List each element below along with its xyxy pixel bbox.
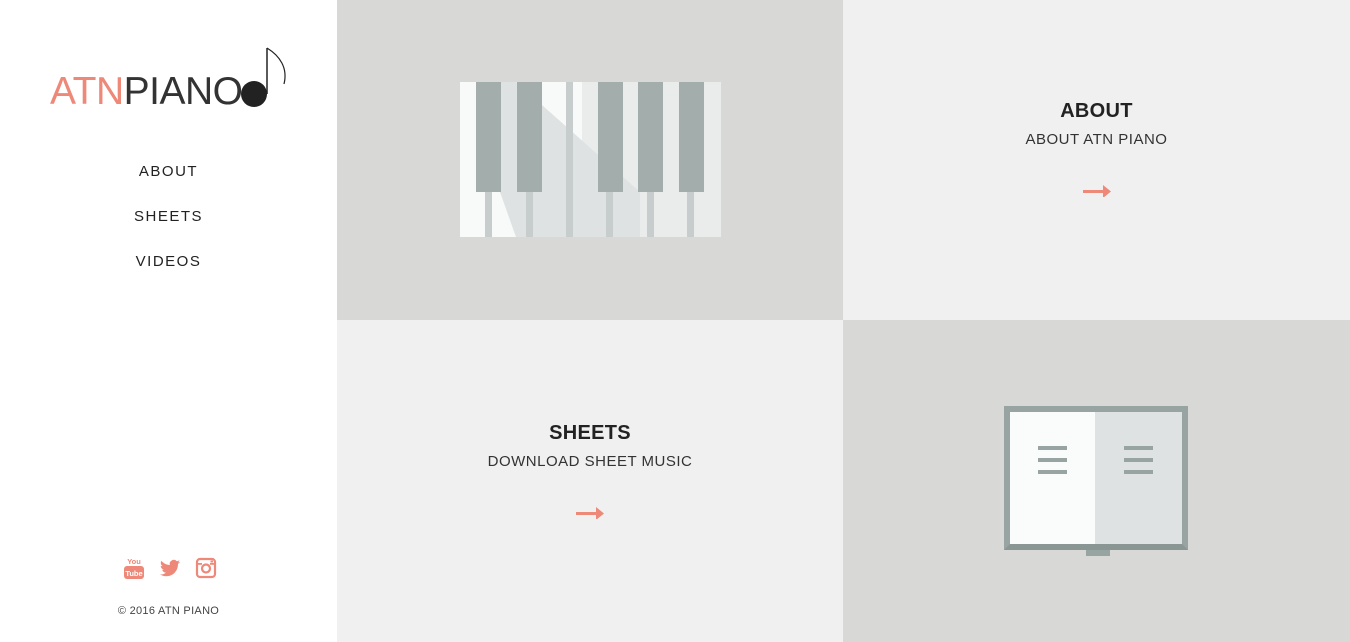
arrow-right-icon: [576, 507, 604, 520]
tile-piano-illustration: [337, 0, 843, 320]
about-title: ABOUT: [1060, 100, 1133, 122]
youtube-icon[interactable]: You Tube: [123, 556, 145, 580]
sheets-title: SHEETS: [549, 422, 631, 444]
piano-keys-icon: [460, 82, 721, 237]
tile-book-illustration: [843, 320, 1350, 642]
sheets-arrow-link[interactable]: [576, 506, 604, 524]
sidebar: ATNPIANO ABOUT SHEETS VIDEOS You Tube © …: [0, 0, 337, 642]
tile-sheets[interactable]: SHEETS DOWNLOAD SHEET MUSIC: [337, 320, 843, 642]
sheets-subtitle: DOWNLOAD SHEET MUSIC: [487, 453, 693, 470]
social-links: You Tube: [123, 556, 217, 580]
nav-item-about[interactable]: ABOUT: [0, 162, 337, 207]
open-book-icon: [1004, 406, 1188, 556]
nav-item-videos[interactable]: VIDEOS: [0, 252, 337, 297]
sheets-card: SHEETS DOWNLOAD SHEET MUSIC: [337, 422, 843, 524]
twitter-icon[interactable]: [159, 556, 181, 580]
tile-about[interactable]: ABOUT ABOUT ATN PIANO: [843, 0, 1350, 320]
svg-text:Tube: Tube: [125, 569, 142, 578]
copyright-text: © 2016 ATN PIANO: [117, 605, 220, 617]
about-arrow-link[interactable]: [1082, 184, 1111, 202]
arrow-right-icon: [1082, 185, 1111, 198]
svg-text:You: You: [127, 557, 141, 566]
brand-wordmark: ATNPIANO: [50, 70, 243, 113]
about-subtitle: ABOUT ATN PIANO: [1025, 131, 1168, 148]
main-nav: ABOUT SHEETS VIDEOS: [0, 162, 337, 297]
instagram-icon[interactable]: [195, 556, 217, 580]
music-note-icon: [241, 47, 286, 107]
nav-item-sheets[interactable]: SHEETS: [0, 207, 337, 252]
brand-logo[interactable]: ATNPIANO: [50, 46, 290, 112]
about-card: ABOUT ABOUT ATN PIANO: [843, 100, 1350, 202]
